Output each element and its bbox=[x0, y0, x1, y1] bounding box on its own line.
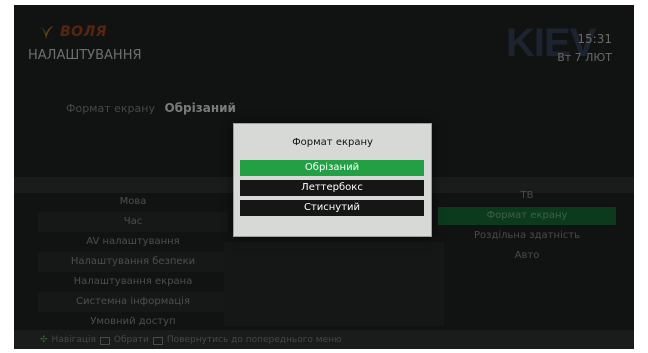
breadcrumb-value: Обрізаний bbox=[164, 101, 236, 115]
breadcrumb-label: Формат екрану bbox=[66, 102, 155, 115]
brand-name: ВОЛЯ bbox=[60, 24, 107, 40]
option-cropped[interactable]: Обрізаний bbox=[240, 160, 424, 176]
menu-item-conditional-access[interactable]: Умовний доступ bbox=[38, 312, 228, 332]
hint-navigate: Навігація bbox=[51, 334, 96, 345]
hint-back: Повернутись до попереднього меню bbox=[166, 334, 342, 345]
menu-item-screen-settings[interactable]: Налаштування екрана bbox=[38, 272, 228, 292]
middle-panel bbox=[224, 242, 444, 326]
back-button-icon bbox=[152, 336, 163, 345]
clock: 15:31 bbox=[577, 32, 612, 46]
submenu: ТВ Формат екрану Роздільна здатність Авт… bbox=[438, 187, 616, 267]
settings-menu: Мова Час AV налаштування Налаштування бе… bbox=[38, 192, 228, 332]
dpad-icon: ✣ bbox=[40, 334, 48, 345]
submenu-item-screen-format[interactable]: Формат екрану bbox=[438, 207, 616, 225]
menu-item-av-settings[interactable]: AV налаштування bbox=[38, 232, 228, 252]
option-squeezed[interactable]: Стиснутий bbox=[240, 200, 424, 216]
menu-item-system-info[interactable]: Системна інформація bbox=[38, 292, 228, 312]
hint-select: Обрати bbox=[113, 334, 149, 345]
submenu-item-tv[interactable]: ТВ bbox=[438, 187, 616, 205]
submenu-item-auto[interactable]: Авто bbox=[438, 247, 616, 265]
brand-logo: ВОЛЯ bbox=[38, 23, 107, 41]
dialog-title: Формат екрану bbox=[292, 137, 373, 148]
leaf-logo-icon bbox=[39, 25, 55, 40]
menu-item-time[interactable]: Час bbox=[38, 212, 228, 232]
breadcrumb: Формат екрану Обрізаний bbox=[66, 101, 236, 115]
date-display: Вт 7 ЛЮТ bbox=[557, 51, 612, 64]
submenu-item-resolution[interactable]: Роздільна здатність bbox=[438, 227, 616, 245]
menu-item-language[interactable]: Мова bbox=[38, 192, 228, 212]
screen-format-dialog: Формат екрану Обрізаний Леттербокс Стисн… bbox=[233, 123, 432, 237]
ok-button-icon bbox=[99, 336, 110, 345]
option-letterbox[interactable]: Леттербокс bbox=[240, 180, 424, 196]
menu-item-security-settings[interactable]: Налаштування безпеки bbox=[38, 252, 228, 272]
page-title: НАЛАШТУВАННЯ bbox=[28, 48, 142, 63]
footer-hints: ✣ Навігація Обрати Повернутись до попере… bbox=[14, 330, 634, 349]
